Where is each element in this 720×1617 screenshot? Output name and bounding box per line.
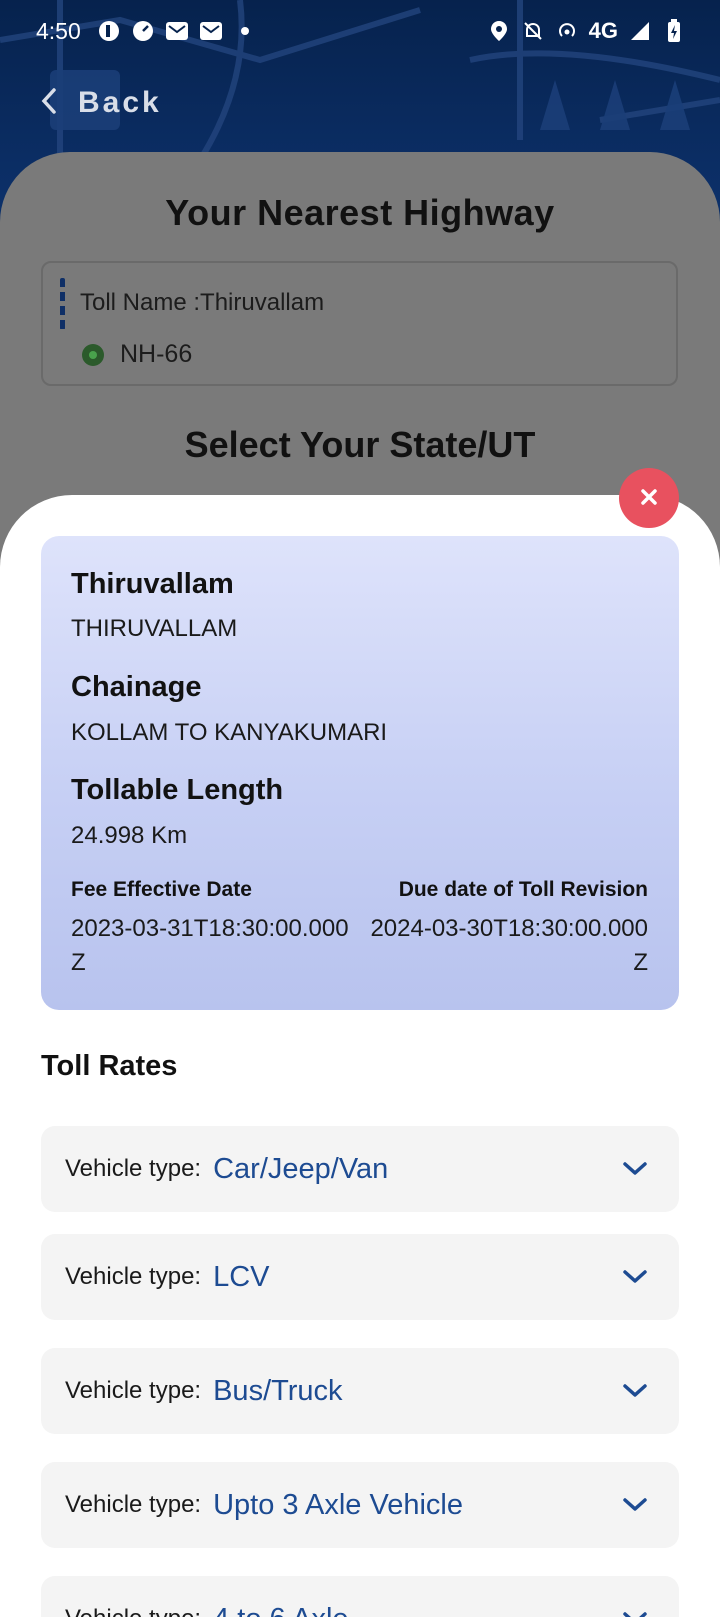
vehicle-type-label: Vehicle type:	[65, 1605, 201, 1617]
chevron-down-icon	[621, 1491, 649, 1519]
hotspot-icon	[555, 19, 579, 43]
signal-icon	[628, 19, 652, 43]
tollable-length-value: 24.998 Km	[71, 822, 188, 849]
vehicle-type-value: Upto 3 Axle Vehicle	[213, 1488, 463, 1521]
route-dashed-line	[60, 278, 65, 330]
highway-label: NH-66	[120, 340, 193, 368]
chevron-down-icon	[621, 1605, 649, 1617]
network-type: 4G	[588, 18, 618, 43]
chevron-down-icon	[621, 1155, 649, 1183]
chainage-heading: Chainage	[71, 671, 202, 703]
back-button[interactable]: Back	[40, 86, 162, 120]
location-icon	[487, 19, 511, 43]
vehicle-type-value: 4 to 6 Axle	[213, 1603, 621, 1617]
toll-name-value: THIRUVALLAM	[71, 615, 238, 642]
highway-dot-icon	[82, 344, 104, 366]
toll-name-text: Toll Name :Thiruvallam	[80, 289, 325, 316]
vehicle-type-label: Vehicle type:	[65, 1377, 202, 1404]
app-notification-icon	[97, 19, 121, 43]
due-revision-value: 2024-03-30T18:30:00.000Z	[370, 915, 648, 976]
select-state-title: Select Your State/UT	[184, 424, 536, 465]
status-bar: 4:50 4G	[0, 0, 720, 62]
vehicle-type-value: LCV	[213, 1260, 270, 1293]
status-time: 4:50	[36, 17, 81, 44]
vehicle-row-lcv[interactable]: Vehicle type: LCV	[41, 1234, 679, 1320]
fee-effective-date-value: 2023-03-31T18:30:00.000Z	[71, 915, 349, 976]
vehicle-row-4-to-6-axle[interactable]: Vehicle type: 4 to 6 Axle	[41, 1576, 679, 1617]
fee-effective-date-label: Fee Effective Date	[71, 878, 252, 901]
chevron-left-icon	[40, 87, 58, 120]
chainage-value: KOLLAM TO KANYAKUMARI	[71, 719, 388, 746]
mail-icon	[199, 19, 223, 43]
bell-off-icon	[521, 19, 545, 43]
due-revision-label: Due date of Toll Revision	[398, 878, 648, 901]
back-label: Back	[78, 86, 162, 119]
vehicle-row-bus-truck[interactable]: Vehicle type: Bus/Truck	[41, 1348, 679, 1434]
toll-name-heading: Thiruvallam	[71, 568, 234, 600]
tollable-length-heading: Tollable Length	[71, 774, 284, 806]
vehicle-type-label: Vehicle type:	[65, 1263, 202, 1290]
vehicle-row-car-jeep-van[interactable]: Vehicle type: Car/Jeep/Van	[41, 1126, 679, 1212]
mail-icon	[165, 19, 189, 43]
close-icon	[639, 482, 659, 514]
vehicle-type-label: Vehicle type:	[65, 1491, 202, 1518]
speedometer-icon	[131, 19, 155, 43]
chevron-down-icon	[621, 1377, 649, 1405]
chevron-down-icon	[621, 1263, 649, 1291]
toll-rates-title: Toll Rates	[41, 1050, 178, 1082]
battery-charging-icon	[662, 19, 686, 43]
vehicle-type-label: Vehicle type:	[65, 1155, 202, 1182]
vehicle-type-value: Bus/Truck	[213, 1374, 343, 1407]
nearest-highway-title: Your Nearest Highway	[165, 192, 555, 233]
vehicle-type-value: Car/Jeep/Van	[213, 1152, 389, 1185]
more-notifications-dot-icon	[233, 19, 257, 43]
vehicle-row-upto-3-axle[interactable]: Vehicle type: Upto 3 Axle Vehicle	[41, 1462, 679, 1548]
screen: 4:50 4G Back Your Nearest Highway Toll N…	[0, 0, 720, 1617]
close-button[interactable]	[619, 468, 679, 528]
